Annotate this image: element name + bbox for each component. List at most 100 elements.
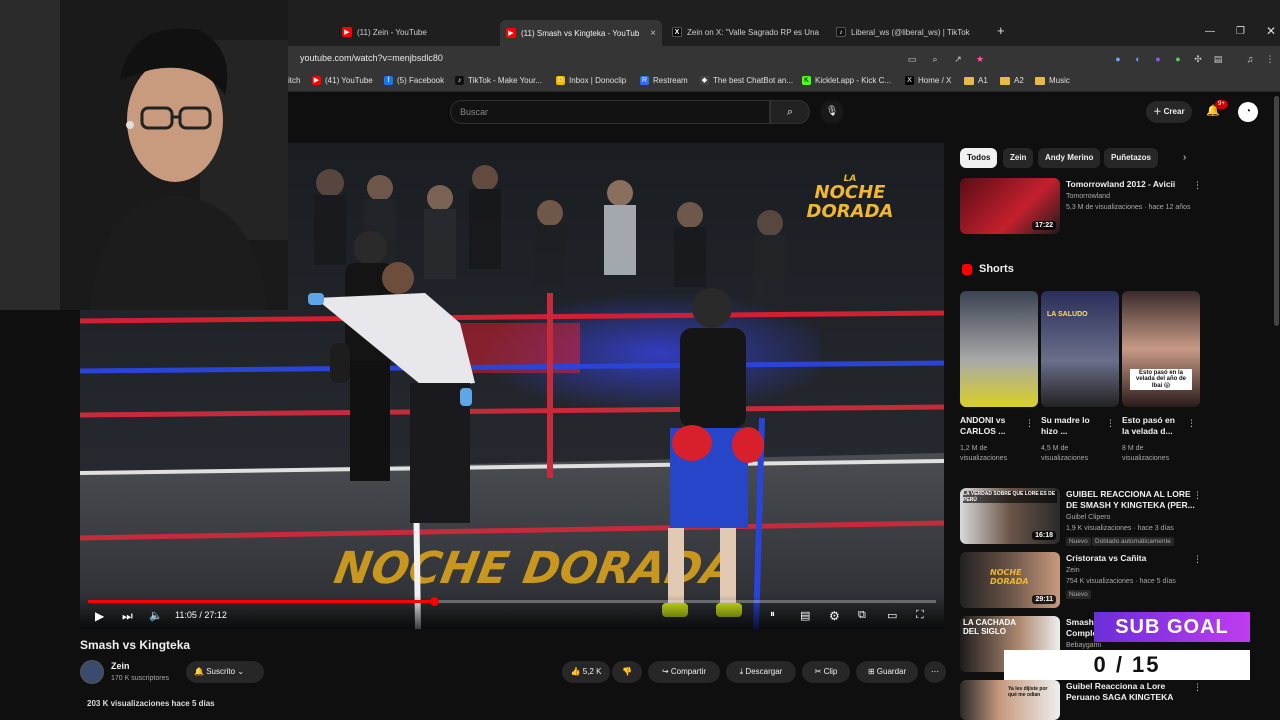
extension-icon[interactable]: ◐ bbox=[1132, 53, 1144, 65]
channel-name[interactable]: Zein bbox=[111, 661, 130, 671]
extension-icon[interactable]: ● bbox=[1172, 53, 1184, 65]
progress-bar[interactable] bbox=[88, 597, 936, 606]
tiktok-icon: ♪ bbox=[455, 76, 464, 85]
more-vertical-icon[interactable]: ⋮ bbox=[1025, 418, 1034, 429]
bookmark-star-icon[interactable]: ★ bbox=[974, 53, 986, 65]
bookmark[interactable]: R Restream bbox=[640, 76, 688, 85]
chip-zein[interactable]: Zein bbox=[1003, 148, 1034, 168]
chevron-right-icon[interactable]: › bbox=[1183, 152, 1186, 163]
channel-avatar[interactable] bbox=[80, 660, 104, 684]
subtitles-icon[interactable]: ▤ bbox=[800, 609, 810, 622]
short-thumbnail[interactable] bbox=[960, 291, 1038, 407]
bookmark[interactable]: f (5) Facebook bbox=[384, 76, 444, 85]
folder-icon bbox=[1000, 76, 1010, 85]
short-title[interactable]: Su madre lo hizo ... bbox=[1041, 415, 1090, 437]
create-label: Crear bbox=[1163, 107, 1185, 116]
video-thumbnail[interactable]: 17:22 bbox=[960, 178, 1060, 234]
video-thumbnail[interactable]: NOCHE DORADA 29:11 bbox=[960, 552, 1060, 608]
video-thumbnail[interactable]: LA VERDAD SOBRE QUE LORE ES DE PERÚ 16:1… bbox=[960, 488, 1060, 544]
subscribe-label: Suscrito bbox=[206, 667, 236, 676]
miniplayer-icon[interactable]: ⧉ bbox=[858, 609, 866, 622]
short-thumbnail[interactable]: LA SALUDO bbox=[1041, 291, 1119, 407]
dislike-button[interactable]: 👎 bbox=[612, 661, 642, 683]
search-button[interactable]: ⌕ bbox=[770, 100, 810, 124]
bookmark[interactable]: ▶ (41) YouTube bbox=[312, 76, 373, 85]
share-icon[interactable]: ↗ bbox=[952, 53, 964, 65]
more-vertical-icon[interactable]: ⋮ bbox=[1193, 682, 1202, 693]
download-button[interactable]: ⤓ Descargar bbox=[726, 661, 796, 683]
video-title[interactable]: Cristorata vs Cañita bbox=[1066, 553, 1146, 564]
share-button[interactable]: ↪ Compartir bbox=[648, 661, 720, 683]
more-vertical-icon[interactable]: ⋮ bbox=[1193, 554, 1202, 565]
subscribed-button[interactable]: 🔔 Suscrito ⌄ bbox=[186, 661, 264, 683]
theater-mode-icon[interactable]: ▭ bbox=[887, 609, 897, 622]
minimize-icon[interactable]: — bbox=[1205, 26, 1215, 37]
bookmark[interactable]: K Kicklet.app - Kick C... bbox=[802, 76, 891, 85]
sidepanel-icon[interactable]: ▤ bbox=[1212, 53, 1224, 65]
page-scrollbar[interactable] bbox=[1274, 96, 1279, 326]
more-vertical-icon[interactable]: ⋮ bbox=[1106, 418, 1115, 429]
create-button[interactable]: ＋ Crear bbox=[1146, 101, 1192, 123]
chevron-down-icon: ⌄ bbox=[235, 667, 245, 676]
account-avatar[interactable]: ◔ bbox=[1238, 102, 1258, 122]
close-tab-icon[interactable]: × bbox=[650, 28, 656, 39]
bookmark[interactable]: X Home / X bbox=[905, 76, 951, 85]
short-thumbnail[interactable]: Esto pasó en la velada del año de Ibai 😱 bbox=[1122, 291, 1200, 407]
subscriber-count: 170 K suscriptores bbox=[111, 675, 169, 682]
bookmark[interactable]: D Inbox | Donoclip bbox=[556, 76, 626, 85]
browser-tab[interactable]: ▶ (11) Zein - YouTube bbox=[336, 22, 496, 42]
more-vertical-icon[interactable]: ⋮ bbox=[1193, 180, 1202, 191]
video-title[interactable]: Guibel Reacciona a Lore Peruano SAGA KING… bbox=[1066, 681, 1173, 703]
extension-icon[interactable]: ● bbox=[1112, 53, 1124, 65]
next-icon[interactable]: ⏭ bbox=[122, 609, 133, 624]
video-title[interactable]: Tomorrowland 2012 - Avicii bbox=[1066, 179, 1175, 190]
bookmark[interactable]: itch bbox=[288, 76, 300, 85]
puzzle-icon[interactable]: ✣ bbox=[1192, 53, 1204, 65]
bookmark[interactable]: ◆ The best ChatBot an... bbox=[700, 76, 793, 85]
bookmark-folder[interactable]: A1 bbox=[964, 76, 988, 85]
media-icon[interactable]: ♫ bbox=[1244, 53, 1256, 65]
menu-icon[interactable]: ⋮ bbox=[1264, 53, 1276, 65]
chip-todos[interactable]: Todos bbox=[960, 148, 998, 168]
maximize-icon[interactable]: ❐ bbox=[1236, 26, 1245, 37]
new-tab-icon[interactable]: + bbox=[997, 23, 1005, 38]
voice-search-button[interactable]: 🎙 bbox=[820, 100, 844, 124]
video-thumbnail[interactable]: Ya les dijiste por qué me odian bbox=[960, 680, 1060, 720]
play-icon[interactable]: ▶ bbox=[95, 609, 104, 623]
progress-scrubber[interactable] bbox=[430, 597, 439, 606]
short-views-line: visualizaciones bbox=[1041, 455, 1089, 462]
autoplay-toggle-icon[interactable]: ⏸ bbox=[770, 609, 775, 620]
chip-andy-merino[interactable]: Andy Merino bbox=[1038, 148, 1101, 168]
clip-button[interactable]: ✂ Clip bbox=[802, 661, 850, 683]
more-vertical-icon[interactable]: ⋮ bbox=[1193, 490, 1202, 501]
bookmark[interactable]: ♪ TikTok - Make Your... bbox=[455, 76, 542, 85]
bookmark-folder[interactable]: Music bbox=[1035, 76, 1070, 85]
chip-punetazos[interactable]: Puñetazos bbox=[1104, 148, 1159, 168]
more-vertical-icon[interactable]: ⋮ bbox=[1187, 418, 1196, 429]
video-title[interactable]: GUIBEL REACCIONA AL LORE DE SMASH Y KINGT… bbox=[1066, 489, 1195, 511]
like-button[interactable]: 👍 5,2 K bbox=[562, 661, 610, 683]
volume-icon[interactable]: 🔈 bbox=[149, 609, 163, 622]
channel-name[interactable]: Tomorrowland bbox=[1066, 192, 1110, 202]
browser-tab[interactable]: X Zein on X: "Valle Sagrado RP es Una bbox=[666, 22, 826, 42]
save-button[interactable]: ⊞ Guardar bbox=[856, 661, 918, 683]
video-title[interactable]: Smash Comple bbox=[1066, 617, 1097, 639]
zoom-icon[interactable]: ⌕ bbox=[929, 53, 941, 65]
cast-icon[interactable]: ▭ bbox=[906, 53, 918, 65]
video-duration: 16:18 bbox=[1032, 531, 1056, 540]
browser-tab-active[interactable]: ▶ (11) Smash vs Kingteka - YouTube × bbox=[500, 20, 662, 46]
short-title[interactable]: Esto pasó en la velada d... bbox=[1122, 415, 1175, 437]
bookmark-folder[interactable]: A2 bbox=[1000, 76, 1024, 85]
search-input[interactable]: Buscar bbox=[450, 100, 770, 124]
url-field[interactable]: youtube.com/watch?v=menjbsdlc80 bbox=[300, 53, 443, 63]
short-views: 4,5 M de visualizaciones bbox=[1041, 444, 1088, 464]
close-window-icon[interactable]: ✕ bbox=[1266, 24, 1276, 38]
fullscreen-icon[interactable]: ⛶ bbox=[916, 609, 924, 622]
more-actions-button[interactable]: ⋯ bbox=[924, 661, 946, 683]
short-title[interactable]: ANDONI vs CARLOS ... bbox=[960, 415, 1005, 437]
browser-tab[interactable]: ♪ Liberal_ws (@liberal_ws) | TikTok bbox=[830, 22, 990, 42]
extension-icon[interactable]: ● bbox=[1152, 53, 1164, 65]
settings-gear-icon[interactable]: ⚙ bbox=[829, 609, 840, 623]
channel-name[interactable]: Zein bbox=[1066, 566, 1080, 576]
channel-name[interactable]: Guibel Clipero bbox=[1066, 513, 1110, 523]
